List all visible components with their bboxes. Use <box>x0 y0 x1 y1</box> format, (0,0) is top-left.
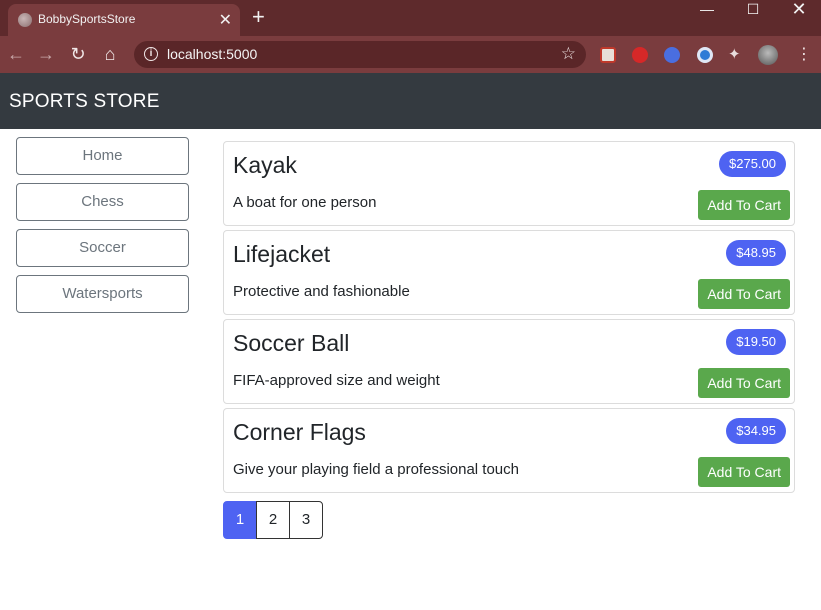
product-description: A boat for one person <box>233 194 377 211</box>
address-url[interactable]: localhost:5000 <box>167 46 257 62</box>
site-info-icon[interactable]: i <box>144 47 158 61</box>
tab-close-icon[interactable]: ✕ <box>219 10 232 30</box>
address-bar[interactable]: i localhost:5000 ☆ <box>134 41 586 68</box>
profile-avatar-icon[interactable] <box>758 45 778 65</box>
pagination: 1 2 3 <box>223 501 323 539</box>
bookmark-star-icon[interactable]: ☆ <box>561 44 576 64</box>
forward-arrow-icon[interactable]: → <box>35 43 57 65</box>
add-to-cart-button[interactable]: Add To Cart <box>698 457 790 487</box>
minimize-icon[interactable]: — <box>684 0 730 20</box>
product-list: Kayak $275.00 A boat for one person Add … <box>223 141 795 497</box>
add-to-cart-button[interactable]: Add To Cart <box>698 368 790 398</box>
page-button-1[interactable]: 1 <box>223 501 257 539</box>
new-tab-icon[interactable]: + <box>252 5 265 29</box>
product-card: Kayak $275.00 A boat for one person Add … <box>223 141 795 226</box>
brand-title[interactable]: SPORTS STORE <box>9 91 160 113</box>
page-button-2[interactable]: 2 <box>256 501 290 539</box>
site-navbar: SPORTS STORE <box>0 73 821 129</box>
price-badge: $275.00 <box>719 151 786 177</box>
maximize-icon[interactable]: ☐ <box>730 0 776 20</box>
add-to-cart-button[interactable]: Add To Cart <box>698 190 790 220</box>
extensions-puzzle-icon[interactable]: ✦ <box>728 47 744 63</box>
product-description: Give your playing field a professional t… <box>233 461 519 478</box>
browser-tab-bar: BobbySportsStore ✕ + — ☐ ✕ <box>0 0 821 36</box>
category-button-chess[interactable]: Chess <box>16 183 189 221</box>
page-button-3[interactable]: 3 <box>289 501 323 539</box>
product-card: Soccer Ball $19.50 FIFA-approved size an… <box>223 319 795 404</box>
product-name: Corner Flags <box>233 419 366 445</box>
product-name: Lifejacket <box>233 241 331 267</box>
category-button-soccer[interactable]: Soccer <box>16 229 189 267</box>
product-description: FIFA-approved size and weight <box>233 372 440 389</box>
add-to-cart-button[interactable]: Add To Cart <box>698 279 790 309</box>
product-name: Kayak <box>233 152 297 178</box>
pdf-extension-icon[interactable] <box>600 47 616 63</box>
reload-icon[interactable]: ↻ <box>67 43 89 65</box>
product-card: Corner Flags $34.95 Give your playing fi… <box>223 408 795 493</box>
blue-extension-icon[interactable] <box>664 47 680 63</box>
tab-title: BobbySportsStore <box>38 12 136 26</box>
target-extension-icon[interactable] <box>697 47 713 63</box>
price-badge: $19.50 <box>726 329 786 355</box>
product-description: Protective and fashionable <box>233 283 410 300</box>
adblock-extension-icon[interactable] <box>632 47 648 63</box>
price-badge: $34.95 <box>726 418 786 444</box>
back-arrow-icon[interactable]: ← <box>5 43 27 65</box>
category-sidebar: Home Chess Soccer Watersports <box>16 137 189 321</box>
category-button-home[interactable]: Home <box>16 137 189 175</box>
browser-menu-icon[interactable]: ⋮ <box>796 47 812 63</box>
category-button-watersports[interactable]: Watersports <box>16 275 189 313</box>
site-favicon-icon <box>18 13 32 27</box>
browser-toolbar: ← → ↻ ⌂ i localhost:5000 ☆ ✦ ⋮ <box>0 36 821 73</box>
product-name: Soccer Ball <box>233 330 350 356</box>
price-badge: $48.95 <box>726 240 786 266</box>
browser-tab[interactable]: BobbySportsStore ✕ <box>8 4 240 36</box>
product-card: Lifejacket $48.95 Protective and fashion… <box>223 230 795 315</box>
window-close-icon[interactable]: ✕ <box>776 0 821 20</box>
home-icon[interactable]: ⌂ <box>99 43 121 65</box>
